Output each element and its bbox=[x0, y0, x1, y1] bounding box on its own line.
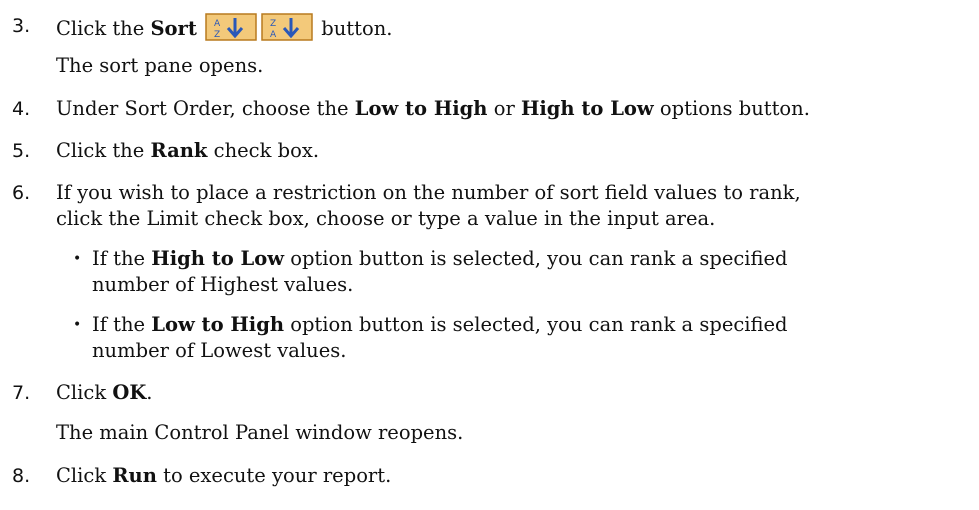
svg-text:A: A bbox=[270, 30, 277, 40]
bullet-2-line-2: number of Lowest values. bbox=[92, 339, 347, 362]
step-4-text: Under Sort Order, choose the Low to High… bbox=[56, 97, 810, 120]
bullet-glyph: • bbox=[73, 317, 82, 333]
step-number: 3. bbox=[12, 15, 31, 37]
step-7-text: Click OK. bbox=[56, 381, 153, 404]
step-number: 4. bbox=[12, 98, 31, 120]
step-3-text: Click the Sort A Z Z A button. bbox=[56, 13, 392, 42]
svg-text:Z: Z bbox=[270, 19, 276, 29]
bullet-2-line-1: If the Low to High option button is sele… bbox=[92, 313, 788, 336]
sort-ascending-icon: A Z bbox=[205, 13, 257, 41]
step-5-text: Click the Rank check box. bbox=[56, 139, 320, 162]
sort-label: Sort bbox=[150, 17, 197, 40]
instruction-page: 3. Click the Sort A Z Z A button. The so… bbox=[0, 0, 979, 510]
bullet-1-line-1: If the High to Low option button is sele… bbox=[92, 247, 788, 270]
step-8-text: Click Run to execute your report. bbox=[56, 464, 392, 487]
step-number: 5. bbox=[12, 140, 31, 162]
step-number: 8. bbox=[12, 465, 31, 487]
bullet-1-line-2: number of Highest values. bbox=[92, 273, 354, 296]
step-7-result: The main Control Panel window reopens. bbox=[56, 421, 464, 444]
step-3-result: The sort pane opens. bbox=[56, 54, 264, 77]
step-number: 6. bbox=[12, 182, 31, 204]
step-number: 7. bbox=[12, 382, 31, 404]
step-6-line-2: click the Limit check box, choose or typ… bbox=[56, 207, 716, 230]
svg-text:Z: Z bbox=[214, 30, 220, 40]
step-6-line-1: If you wish to place a restriction on th… bbox=[56, 181, 801, 204]
bullet-glyph: • bbox=[73, 251, 82, 267]
sort-descending-icon: Z A bbox=[261, 13, 313, 41]
svg-text:A: A bbox=[214, 19, 221, 29]
